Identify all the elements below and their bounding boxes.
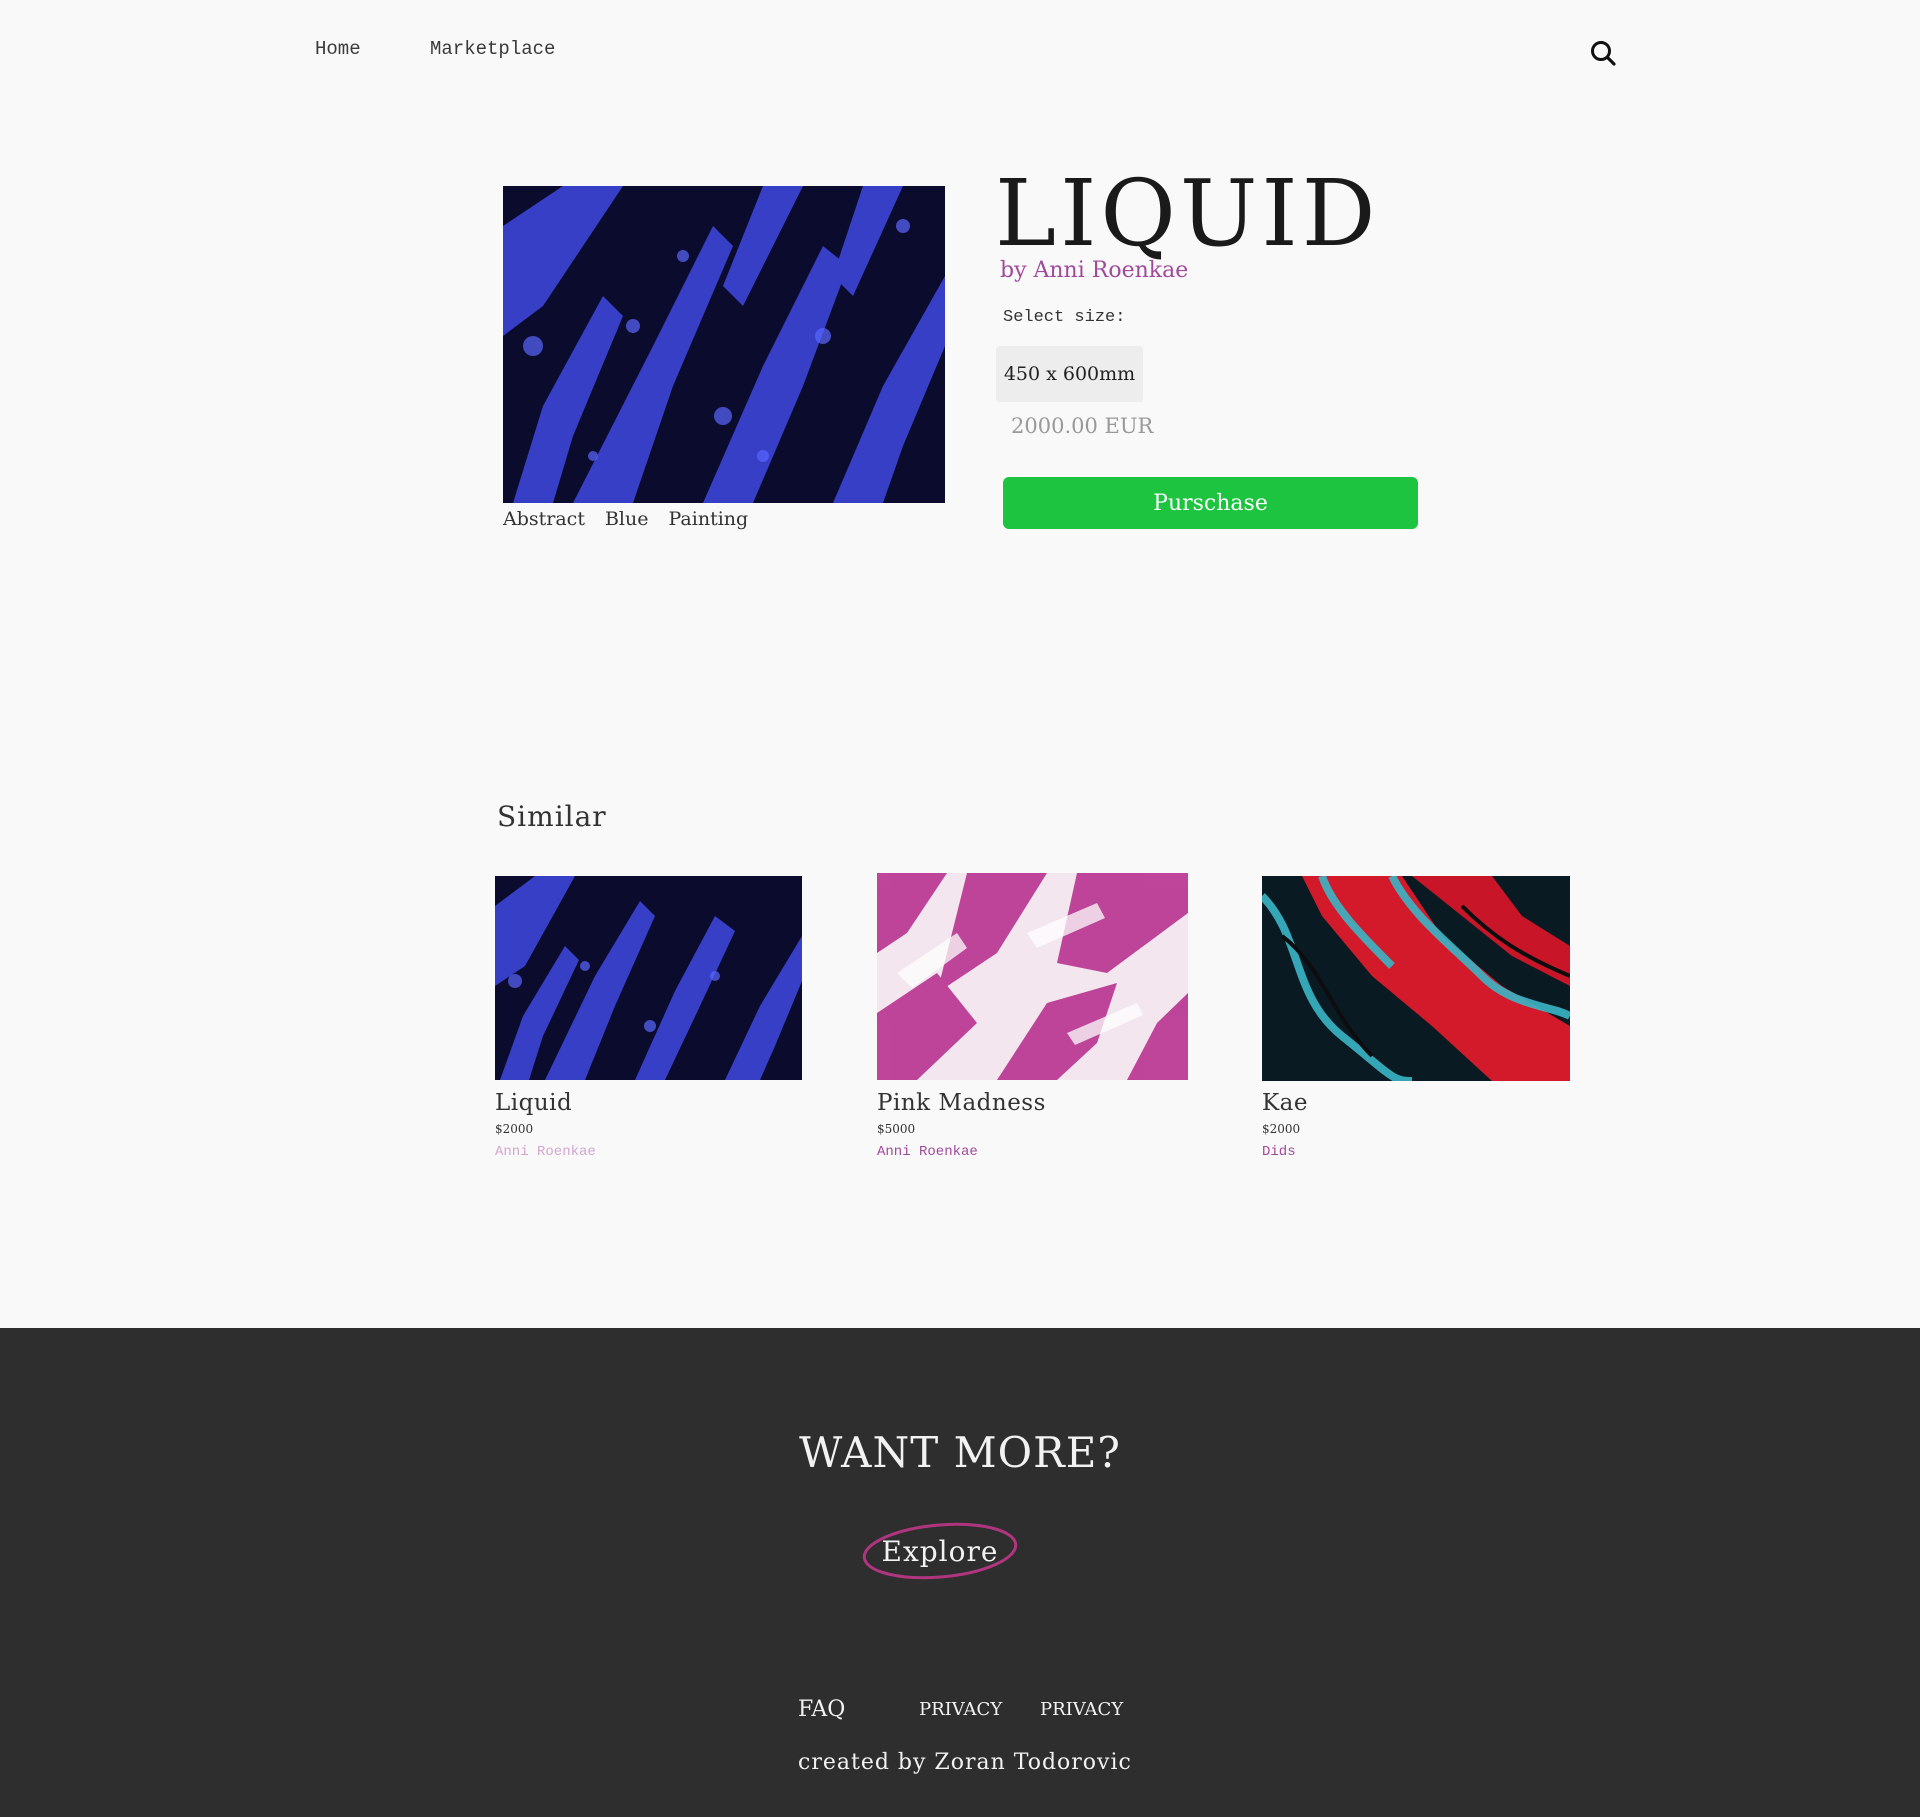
privacy-link-2[interactable]: PRIVACY [1040,1699,1123,1720]
tag-abstract[interactable]: Abstract [503,508,585,530]
similar-card-price: $5000 [877,1122,916,1136]
similar-heading: Similar [497,800,607,833]
explore-button[interactable]: Explore [860,1520,1020,1582]
tag-list: Abstract Blue Painting [503,508,748,530]
page-title: LIQUID [995,160,1380,267]
size-option-button[interactable]: 450 x 600mm [996,346,1143,402]
similar-card-artist[interactable]: Dids [1262,1144,1296,1160]
artist-link[interactable]: by Anni Roenkae [1000,258,1188,283]
nav-marketplace-link[interactable]: Marketplace [430,38,555,60]
explore-label: Explore [881,1535,999,1568]
search-icon[interactable] [1588,38,1620,70]
similar-card-title[interactable]: Liquid [495,1090,572,1116]
size-label: Select size: [1003,308,1126,327]
similar-card-image[interactable] [1262,876,1570,1081]
privacy-link[interactable]: PRIVACY [919,1699,1002,1720]
purchase-button[interactable]: Purschase [1003,477,1418,529]
similar-card-title[interactable]: Pink Madness [877,1090,1046,1116]
similar-card-title[interactable]: Kae [1262,1090,1308,1116]
similar-card-artist[interactable]: Anni Roenkae [877,1144,978,1160]
faq-link[interactable]: FAQ [798,1697,845,1722]
tag-blue[interactable]: Blue [605,508,649,530]
nav-home-link[interactable]: Home [315,38,361,60]
tag-painting[interactable]: Painting [669,508,749,530]
similar-card-artist[interactable]: Anni Roenkae [495,1144,596,1160]
similar-card-image[interactable] [495,876,802,1080]
footer-credit: created by Zoran Todorovic [798,1750,1132,1775]
artwork-image [503,186,945,503]
similar-card-price: $2000 [1262,1122,1301,1136]
footer-heading: WANT MORE? [799,1428,1121,1477]
similar-card-price: $2000 [495,1122,534,1136]
similar-card-image[interactable] [877,873,1188,1080]
price: 2000.00 EUR [1011,414,1154,438]
